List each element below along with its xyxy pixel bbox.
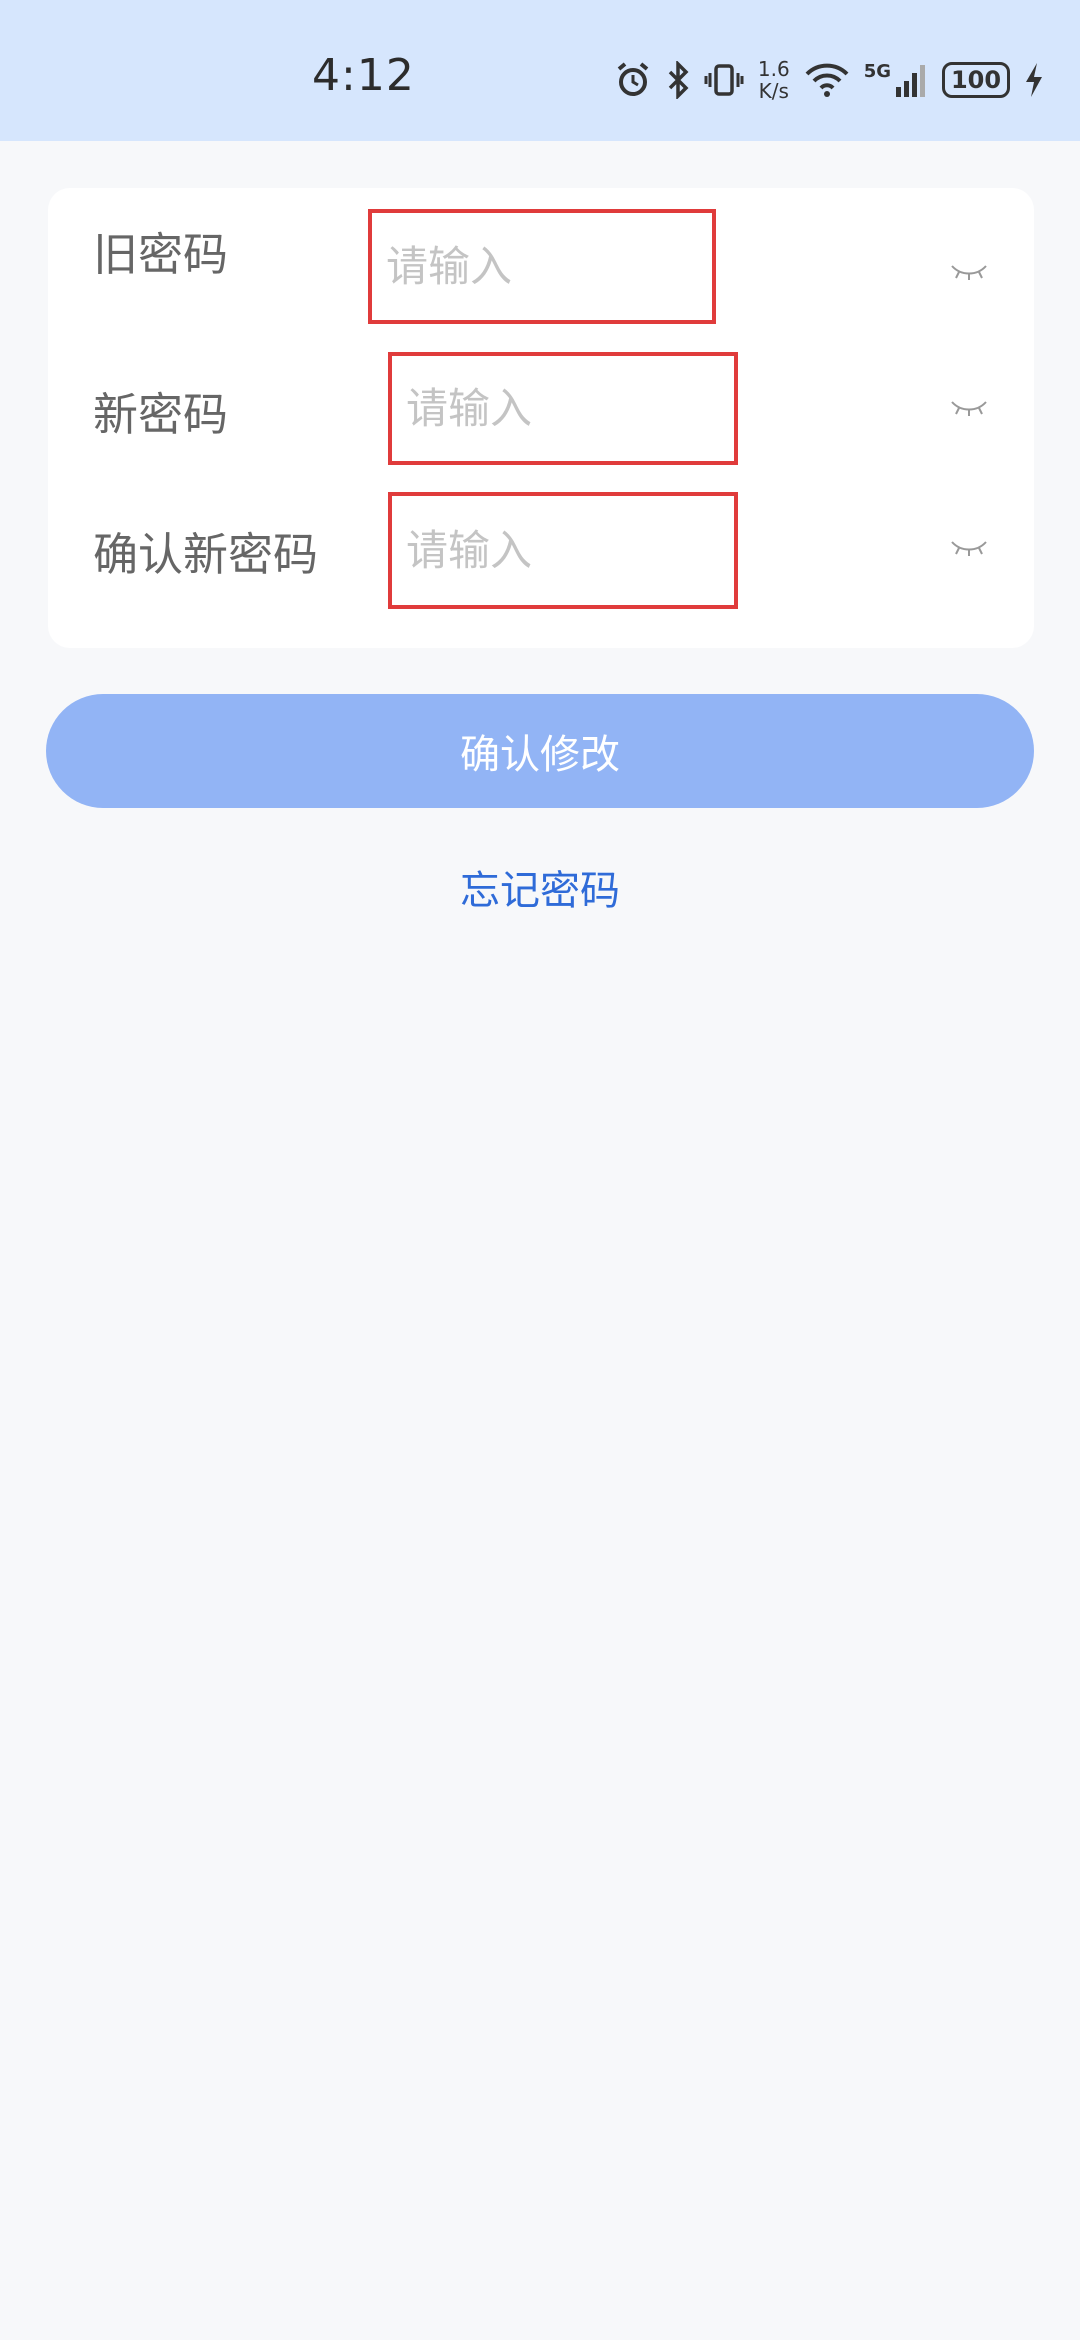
new-password-row: 新密码	[48, 348, 1034, 468]
password-form-card: 旧密码 新密码 确认新密码	[48, 188, 1034, 648]
old-password-row: 旧密码	[48, 188, 1034, 324]
battery-level: 100	[950, 66, 1002, 94]
old-password-input[interactable]	[368, 209, 716, 324]
confirm-password-row: 确认新密码	[48, 488, 1034, 609]
status-icons: 1.6 K/s 5G 100	[614, 50, 1044, 110]
network-type: 5G	[863, 61, 891, 82]
new-password-input[interactable]	[388, 352, 738, 465]
confirm-password-input[interactable]	[388, 492, 738, 609]
eye-closed-icon[interactable]	[950, 538, 988, 560]
network-speed-unit: K/s	[758, 79, 789, 103]
status-time: 4:12	[312, 50, 415, 101]
charging-icon	[1026, 63, 1042, 97]
network-speed: 1.6 K/s	[758, 58, 790, 102]
confirm-password-label: 确认新密码	[93, 528, 319, 581]
wifi-icon	[805, 63, 849, 97]
eye-closed-icon[interactable]	[950, 398, 988, 420]
network-speed-value: 1.6	[757, 57, 790, 81]
status-bar: 4:12 1.6 K/s 5G 100	[0, 0, 1080, 141]
battery-icon: 100	[942, 62, 1010, 98]
old-password-label: 旧密码	[93, 228, 229, 281]
vibrate-icon	[704, 64, 744, 96]
signal-group: 5G	[864, 61, 928, 99]
signal-icon	[896, 65, 925, 97]
alarm-icon	[617, 62, 649, 96]
forgot-password-link[interactable]: 忘记密码	[0, 858, 1080, 916]
confirm-change-button[interactable]: 确认修改	[46, 694, 1034, 808]
bluetooth-icon	[668, 61, 689, 99]
eye-closed-icon[interactable]	[950, 262, 988, 284]
new-password-label: 新密码	[93, 388, 229, 441]
